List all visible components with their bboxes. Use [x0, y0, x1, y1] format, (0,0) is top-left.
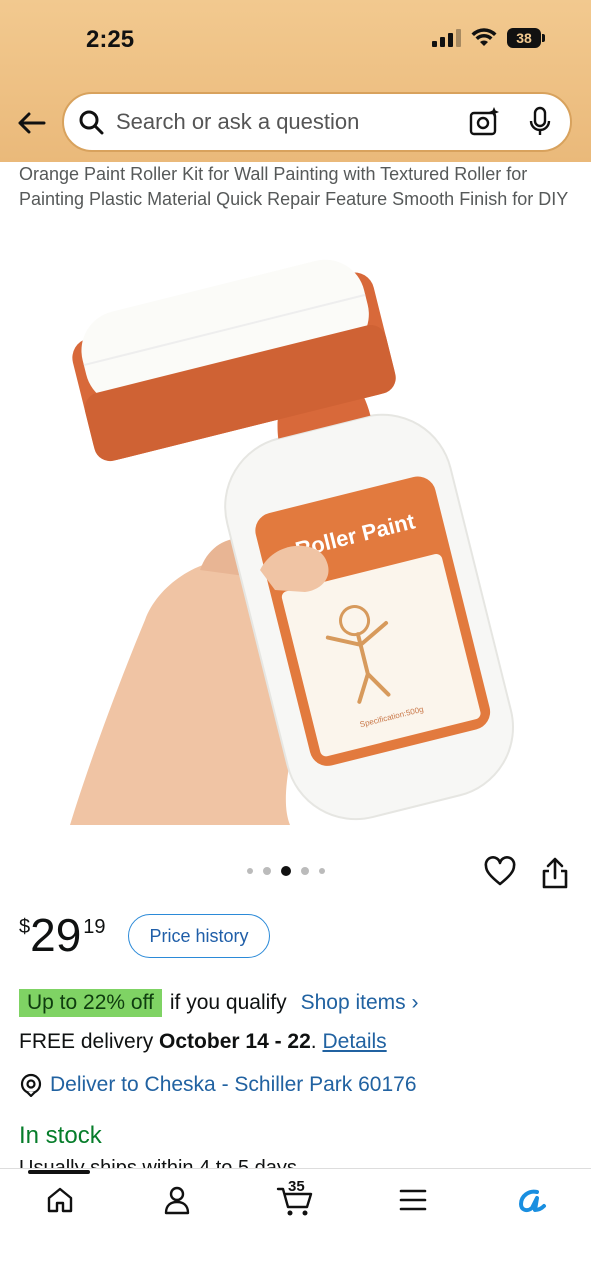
- price-currency: $: [19, 916, 31, 938]
- cellular-signal-icon: [432, 29, 461, 47]
- share-icon: [542, 857, 568, 889]
- price-fraction: 19: [83, 916, 106, 938]
- share-button[interactable]: [540, 856, 570, 890]
- wishlist-button[interactable]: [484, 856, 516, 888]
- search-bar[interactable]: Search or ask a question: [62, 92, 572, 152]
- price-whole: 29: [30, 909, 82, 961]
- carousel-dot[interactable]: [247, 868, 253, 874]
- active-tab-indicator: [28, 1170, 90, 1174]
- delivery-prefix: FREE delivery: [19, 1030, 154, 1053]
- deliver-to-text[interactable]: Deliver to Cheska - Schiller Park 60176: [50, 1073, 417, 1097]
- status-time: 2:25: [86, 26, 135, 53]
- voice-search-button[interactable]: [522, 104, 558, 140]
- promo-row: Up to 22% off if you qualify Shop items …: [19, 989, 419, 1017]
- promo-text: if you qualify: [169, 991, 287, 1014]
- header: 2:25 38 Search or ask a question: [0, 0, 591, 162]
- cart-count-badge: 35: [288, 1178, 305, 1195]
- location-pin-icon: [20, 1073, 42, 1097]
- carousel-dot[interactable]: [301, 867, 309, 875]
- wifi-icon: [471, 28, 497, 46]
- camera-search-button[interactable]: [466, 104, 502, 140]
- image-carousel-dots[interactable]: [247, 866, 325, 876]
- deliver-to-location[interactable]: Deliver to Cheska - Schiller Park 60176: [19, 1073, 417, 1097]
- battery-icon: 38: [507, 28, 545, 48]
- delivery-details-link[interactable]: Details: [322, 1030, 386, 1053]
- carousel-dot[interactable]: [319, 868, 325, 874]
- nav-ai-assistant[interactable]: [511, 1180, 551, 1220]
- stock-status: In stock: [19, 1122, 102, 1149]
- microphone-icon: [529, 106, 551, 135]
- status-icons: 38: [432, 28, 545, 48]
- person-icon: [164, 1186, 190, 1215]
- product-image[interactable]: Roller Paint Specification:500g: [60, 240, 540, 825]
- discount-badge: Up to 22% off: [19, 989, 162, 1017]
- hamburger-menu-icon: [399, 1189, 427, 1211]
- arrow-left-icon: [18, 112, 46, 134]
- delivery-dates: October 14 - 22: [159, 1030, 311, 1053]
- carousel-dot-active[interactable]: [281, 866, 291, 876]
- shipping-time-text: Usually ships within 4 to 5 days: [19, 1157, 297, 1168]
- heart-icon: [484, 856, 516, 886]
- search-input[interactable]: Search or ask a question: [116, 109, 466, 135]
- assistant-icon: [519, 1189, 546, 1213]
- home-icon: [47, 1187, 73, 1213]
- shop-items-link[interactable]: Shop items ›: [301, 991, 419, 1015]
- nav-menu[interactable]: [393, 1180, 433, 1220]
- search-icon: [76, 107, 106, 137]
- nav-home[interactable]: [40, 1180, 80, 1220]
- nav-account[interactable]: [157, 1180, 197, 1220]
- delivery-info: FREE delivery October 14 - 22. Details: [19, 1030, 387, 1053]
- price-history-button[interactable]: Price history: [128, 914, 270, 958]
- price: $ 29 19: [19, 910, 106, 960]
- back-button[interactable]: [14, 106, 48, 140]
- camera-sparkle-icon: [469, 107, 499, 136]
- product-title[interactable]: Orange Paint Roller Kit for Wall Paintin…: [19, 162, 574, 211]
- carousel-dot[interactable]: [263, 867, 271, 875]
